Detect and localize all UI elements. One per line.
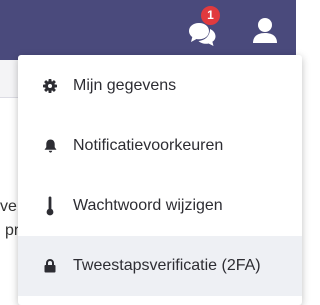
thermometer-icon bbox=[41, 176, 59, 236]
menu-item-wachtwoord-wijzigen[interactable]: Wachtwoord wijzigen bbox=[18, 176, 302, 236]
bell-icon bbox=[41, 116, 59, 176]
notification-count-badge: 1 bbox=[200, 5, 221, 26]
user-dropdown-menu: Mijn gegevens Notificatievoorkeuren Wach… bbox=[18, 55, 302, 305]
menu-item-label: Notificatievoorkeuren bbox=[73, 137, 224, 154]
menu-item-mijn-gegevens[interactable]: Mijn gegevens bbox=[18, 56, 302, 116]
menu-item-label: Wachtwoord wijzigen bbox=[73, 197, 223, 214]
gear-icon bbox=[41, 56, 59, 116]
menu-item-notificatievoorkeuren[interactable]: Notificatievoorkeuren bbox=[18, 116, 302, 176]
user-icon bbox=[253, 18, 277, 43]
menu-item-label: Mijn gegevens bbox=[73, 77, 177, 94]
menu-item-label: Tweestapsverificatie (2FA) bbox=[73, 257, 261, 274]
background-text-line: ve bbox=[0, 198, 17, 215]
user-account-button[interactable] bbox=[250, 16, 280, 46]
lock-icon bbox=[41, 236, 59, 296]
menu-item-tweestapsverificatie[interactable]: Tweestapsverificatie (2FA) bbox=[18, 236, 302, 296]
